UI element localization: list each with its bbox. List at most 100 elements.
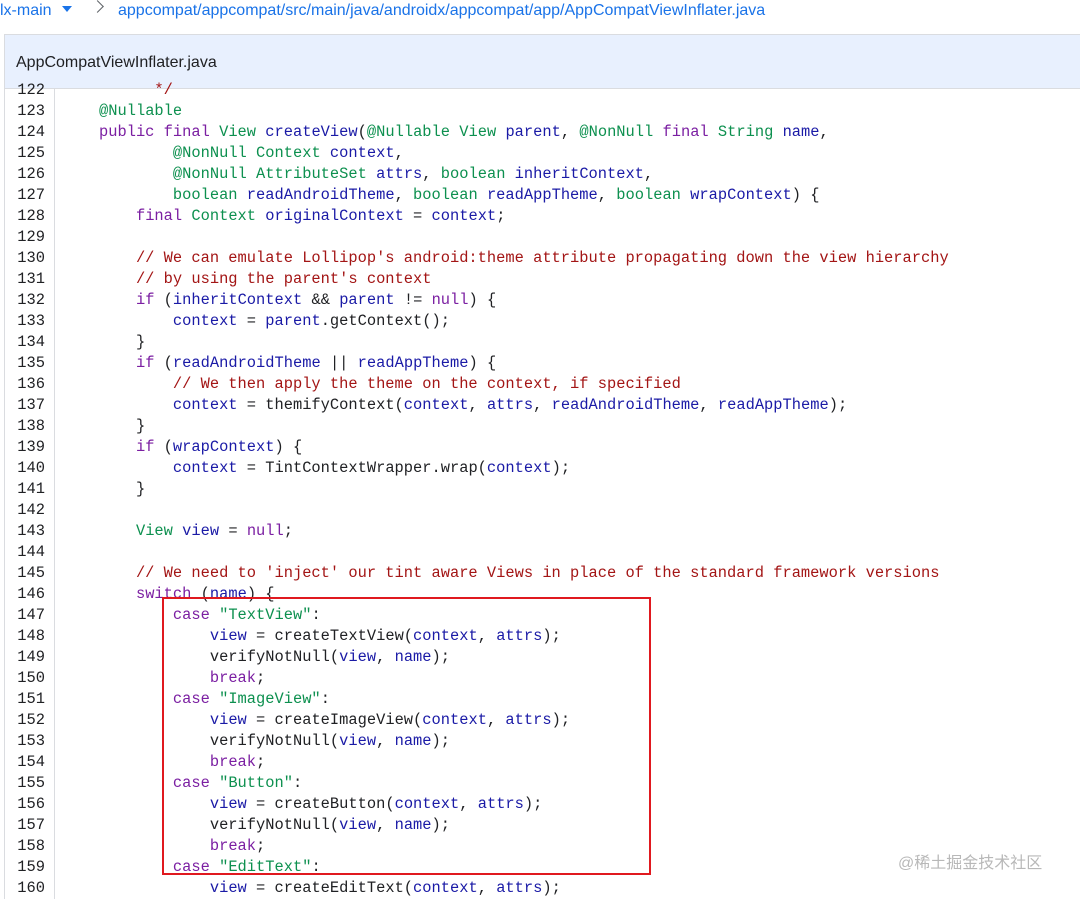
code-token: NonNull (182, 144, 257, 162)
code-text: } (99, 479, 145, 500)
code-token: @ (579, 123, 589, 141)
code-token: != (394, 291, 432, 309)
code-text: } (99, 416, 145, 437)
code-token: ); (431, 732, 451, 750)
code-token: , (597, 186, 617, 204)
code-token: @ (366, 123, 377, 141)
code-token: ; (283, 522, 294, 540)
code-text: break; (99, 668, 265, 689)
code-token: originalContext (265, 207, 404, 225)
code-token: ( (163, 354, 173, 372)
code-token: attrs (496, 879, 543, 897)
line-number: 150 (17, 669, 45, 687)
code-text: verifyNotNull(view, name); (99, 731, 450, 752)
code-text: context = TintContextWrapper.wrap(contex… (99, 458, 570, 479)
code-text: // by using the parent's context (99, 269, 432, 290)
code-line: 146 switch (name) { (5, 584, 1080, 605)
code-token: View (135, 522, 183, 540)
code-token: , (560, 123, 580, 141)
line-number: 129 (17, 228, 45, 246)
code-token: name (782, 123, 820, 141)
code-token: ( (163, 291, 173, 309)
code-token: attrs (505, 711, 552, 729)
code-text: @NonNull AttributeSet attrs, boolean inh… (99, 164, 653, 185)
code-token: @ (172, 144, 183, 162)
code-line: 133 context = parent.getContext(); (5, 311, 1080, 332)
code-token: , (486, 711, 506, 729)
code-token: ; (256, 669, 266, 687)
code-token: verifyNotNull( (99, 732, 340, 750)
line-number: 122 (17, 81, 45, 99)
code-token: boolean (440, 165, 515, 183)
line-number: 155 (17, 774, 45, 792)
code-token: ( (163, 438, 173, 456)
code-token: context (394, 795, 460, 813)
code-token: switch (135, 585, 201, 603)
code-token: = (403, 207, 432, 225)
code-token: // by using the parent's context (99, 270, 432, 288)
code-token: parent (265, 312, 321, 330)
code-text: if (inheritContext && parent != null) { (99, 290, 496, 311)
code-token: = createEditText( (246, 879, 414, 897)
code-line: 137 context = themifyContext(context, at… (5, 395, 1080, 416)
code-token: name (394, 732, 432, 750)
code-token: , (643, 165, 654, 183)
code-token: ); (551, 459, 571, 477)
code-token: null (246, 522, 284, 540)
code-text: @NonNull Context context, (99, 143, 404, 164)
code-token: if (135, 354, 164, 372)
code-text: if (readAndroidTheme || readAppTheme) { (99, 353, 496, 374)
code-token: : (320, 690, 330, 708)
code-token: String (717, 123, 783, 141)
code-token: ) { (791, 186, 820, 204)
code-text: // We need to 'inject' our tint aware Vi… (99, 563, 940, 584)
top-breadcrumb-bar: lx-main appcompat/appcompat/src/main/jav… (0, 0, 1080, 26)
code-token: ( (200, 585, 210, 603)
code-line: 138 } (5, 416, 1080, 437)
branch-name: lx-main (0, 2, 52, 19)
code-token: @ (99, 102, 109, 120)
dropdown-caret-icon (61, 5, 72, 12)
file-path-link[interactable]: appcompat/appcompat/src/main/java/androi… (118, 0, 765, 22)
code-token: if (135, 438, 164, 456)
code-token: attrs (496, 627, 543, 645)
code-token: } (99, 417, 146, 435)
code-token: "ImageView" (219, 690, 321, 708)
code-token: inheritContext (172, 291, 303, 309)
code-line: 152 view = createImageView(context, attr… (5, 710, 1080, 731)
code-text: break; (99, 752, 265, 773)
line-number: 146 (17, 585, 45, 603)
line-number: 130 (17, 249, 45, 267)
code-token: case (172, 858, 220, 876)
line-number: 142 (17, 501, 45, 519)
code-token: Nullable (108, 102, 183, 120)
code-token: , (819, 123, 829, 141)
code-text: @Nullable (99, 101, 182, 122)
code-token: boolean (172, 186, 247, 204)
code-token: = createTextView( (246, 627, 414, 645)
line-number: 131 (17, 270, 45, 288)
branch-selector[interactable]: lx-main (0, 0, 72, 22)
code-token: , (376, 732, 395, 750)
code-token: name (209, 585, 247, 603)
code-token: ) { (468, 354, 497, 372)
line-number: 149 (17, 648, 45, 666)
code-token: boolean (413, 186, 487, 204)
line-number: 127 (17, 186, 45, 204)
line-number: 123 (17, 102, 45, 120)
code-token: view (339, 648, 377, 666)
code-token: final (135, 207, 192, 225)
code-token: readAppTheme (717, 396, 829, 414)
code-token: , (376, 816, 395, 834)
code-token: = createImageView( (246, 711, 423, 729)
code-line: 140 context = TintContextWrapper.wrap(co… (5, 458, 1080, 479)
code-token: public final (99, 123, 220, 141)
